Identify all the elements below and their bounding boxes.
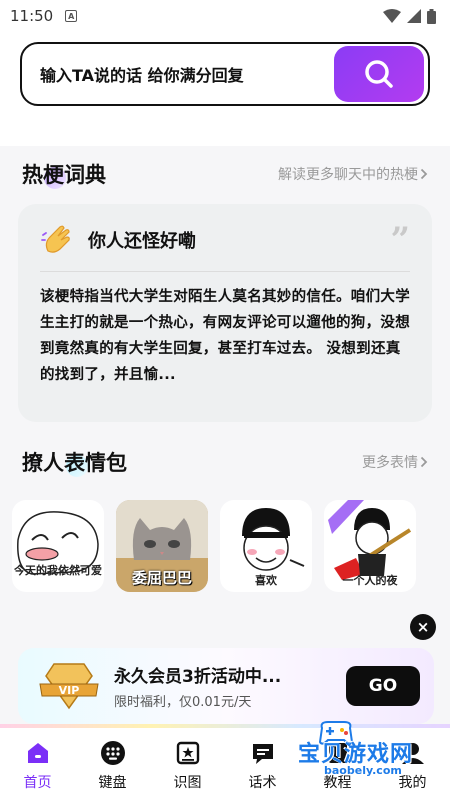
sticker-list: 今天的我依然可爱 委屈巴巴 喜欢 一个人的夜: [0, 500, 450, 592]
vip-go-button[interactable]: GO: [346, 666, 420, 706]
hot-meme-section: 热梗词典 解读更多聊天中的热梗 你人还怪好嘞 ” 该梗特指当代大学生对陌生人莫名…: [0, 154, 450, 422]
svg-text:VIP: VIP: [59, 684, 80, 697]
vip-title: 永久会员3折活动中...: [114, 667, 282, 687]
hot-meme-more-link[interactable]: 解读更多聊天中的热梗: [278, 164, 428, 184]
search-icon: [365, 60, 393, 88]
image-icon: [176, 741, 199, 765]
sticker-item[interactable]: 喜欢: [220, 500, 312, 592]
keyboard-icon: [100, 741, 125, 765]
vip-badge-icon: VIP: [39, 663, 99, 710]
chat-icon: [252, 744, 273, 764]
signal-icon: [407, 9, 421, 23]
search-button[interactable]: [334, 46, 424, 102]
nav-item-home[interactable]: 首页: [3, 740, 73, 792]
close-icon: ×: [416, 618, 430, 636]
status-bar: 11:50 A: [0, 0, 450, 32]
sticker-more-link[interactable]: 更多表情: [362, 452, 428, 472]
watermark-url: baobely.com: [324, 764, 402, 777]
vip-subtitle: 限时福利，仅0.01元/天: [114, 695, 252, 710]
hot-meme-title: 热梗词典: [22, 163, 106, 189]
sticker-title: 撩人表情包: [22, 451, 127, 477]
sticker-item[interactable]: 今天的我依然可爱: [12, 500, 104, 592]
nav-item-keyboard[interactable]: 键盘: [78, 740, 148, 792]
waving-hand-icon: [41, 225, 70, 253]
quote-icon: ”: [390, 219, 410, 260]
meme-title: 你人还怪好嘞: [88, 230, 196, 252]
nav-item-image[interactable]: 识图: [153, 740, 223, 792]
sticker-section: 撩人表情包 更多表情 今天的我依然可爱 委屈巴巴 喜欢 一个人的夜: [0, 442, 450, 592]
meme-card[interactable]: 你人还怪好嘞 ” 该梗特指当代大学生对陌生人莫名其妙的信任。咱们大学生主打的就是…: [18, 204, 432, 422]
status-time: 11:50: [10, 7, 54, 25]
home-icon: [27, 743, 48, 763]
sticker-item[interactable]: 委屈巴巴: [116, 500, 208, 592]
notification-icon: A: [65, 10, 78, 22]
search-prompt: 输入TA说的话 给你满分回复: [40, 66, 244, 85]
ghost-sticker-image: [17, 511, 99, 575]
close-banner-button[interactable]: ×: [410, 614, 436, 640]
sticker-item[interactable]: 一个人的夜: [324, 500, 416, 592]
watermark: 宝贝游戏网 baobely.com: [276, 721, 426, 784]
vip-banner[interactable]: VIP 永久会员3折活动中... 限时福利，仅0.01元/天 GO: [18, 648, 434, 724]
meme-description: 该梗特指当代大学生对陌生人莫名其妙的信任。咱们大学生主打的就是一个热心，有网友评…: [40, 289, 410, 383]
chevron-right-icon: [420, 456, 428, 468]
search-section: 输入TA说的话 给你满分回复: [0, 32, 450, 146]
battery-icon: [427, 8, 436, 24]
chevron-right-icon: [420, 168, 428, 180]
wifi-icon: [383, 9, 401, 23]
search-input[interactable]: 输入TA说的话 给你满分回复: [20, 42, 430, 106]
